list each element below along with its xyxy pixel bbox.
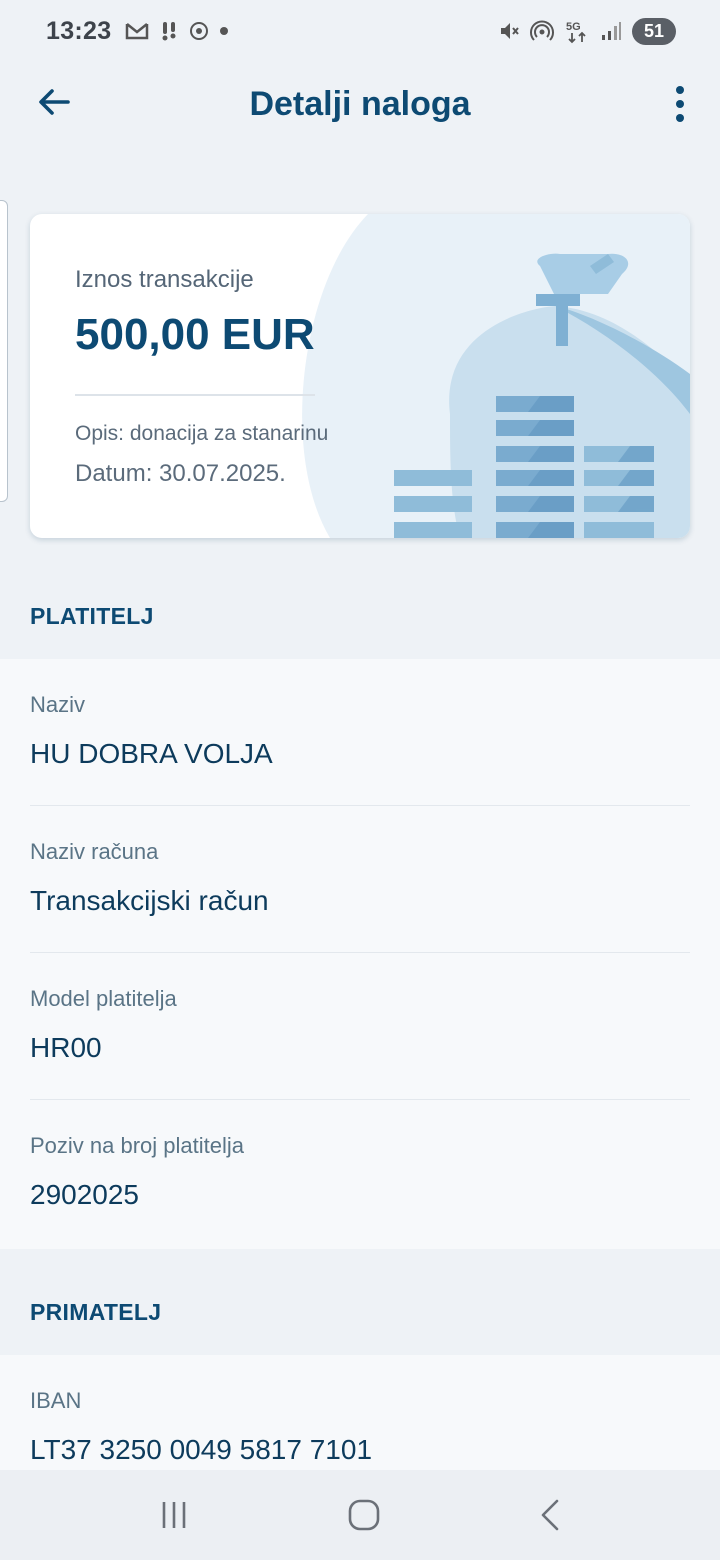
amount-label: Iznos transakcije — [75, 266, 254, 293]
battery-icon: 51 — [631, 17, 676, 45]
transaction-description: Opis: donacija za stanarinu — [75, 422, 329, 445]
recipient-section-header: PRIMATELJ — [30, 1298, 162, 1325]
field-value: Transakcijski račun — [30, 885, 269, 916]
field-label: Model platitelja — [30, 986, 177, 1011]
soccer-icon — [190, 22, 209, 40]
field-value: HU DOBRA VOLJA — [30, 738, 273, 769]
payer-reference-field: Poziv na broj platitelja 2902025 — [30, 1100, 690, 1247]
recent-apps-icon[interactable] — [158, 1499, 190, 1531]
signal-icon — [601, 22, 621, 40]
notification-icons — [125, 20, 229, 42]
field-value: 2902025 — [30, 1179, 140, 1210]
field-label: IBAN — [30, 1388, 82, 1413]
dot-icon — [220, 27, 229, 35]
home-icon[interactable] — [347, 1498, 381, 1532]
payer-model-field: Model platitelja HR00 — [30, 953, 690, 1100]
payer-account-name-field: Naziv računa Transakcijski račun — [30, 806, 690, 953]
payer-name-field: Naziv HU DOBRA VOLJA — [30, 659, 690, 806]
mute-icon — [500, 23, 519, 39]
field-value: LT37 3250 0049 5817 7101 — [30, 1434, 373, 1465]
system-navigation-bar — [0, 1470, 720, 1560]
field-label: Naziv računa — [30, 839, 159, 864]
field-value: HR00 — [30, 1032, 102, 1063]
previous-card-edge[interactable] — [0, 200, 8, 502]
status-bar-right: 5G 51 — [498, 17, 676, 45]
status-bar-left: 13:23 — [46, 17, 229, 46]
payer-section-header: PLATITELJ — [30, 602, 154, 629]
field-label: Naziv — [30, 692, 86, 717]
payer-section: Naziv HU DOBRA VOLJA Naziv računa Transa… — [0, 659, 720, 1249]
hotspot-icon — [529, 20, 554, 41]
field-label: Poziv na broj platitelja — [30, 1133, 245, 1158]
card-divider — [75, 394, 315, 396]
status-time: 13:23 — [46, 16, 112, 45]
5g-icon: 5G — [566, 21, 586, 44]
notification-icon — [162, 22, 176, 41]
money-bag-illustration — [302, 214, 690, 538]
page-title: Detalji naloga — [249, 84, 471, 123]
gmail-icon — [126, 23, 149, 40]
recipient-section: IBAN LT37 3250 0049 5817 7101 — [0, 1355, 720, 1470]
amount-value: 500,00 EUR — [75, 310, 315, 359]
transaction-date: Datum: 30.07.2025. — [75, 460, 286, 487]
status-bar: 13:23 5G 51 — [0, 0, 720, 62]
transaction-amount-card: Iznos transakcije 500,00 EUR Opis: donac… — [30, 214, 690, 538]
more-options-icon[interactable] — [674, 84, 686, 124]
back-arrow-icon[interactable] — [36, 84, 72, 120]
svg-text:5G: 5G — [566, 21, 581, 33]
app-bar: Detalji naloga — [0, 62, 720, 146]
back-nav-icon[interactable] — [538, 1498, 562, 1532]
